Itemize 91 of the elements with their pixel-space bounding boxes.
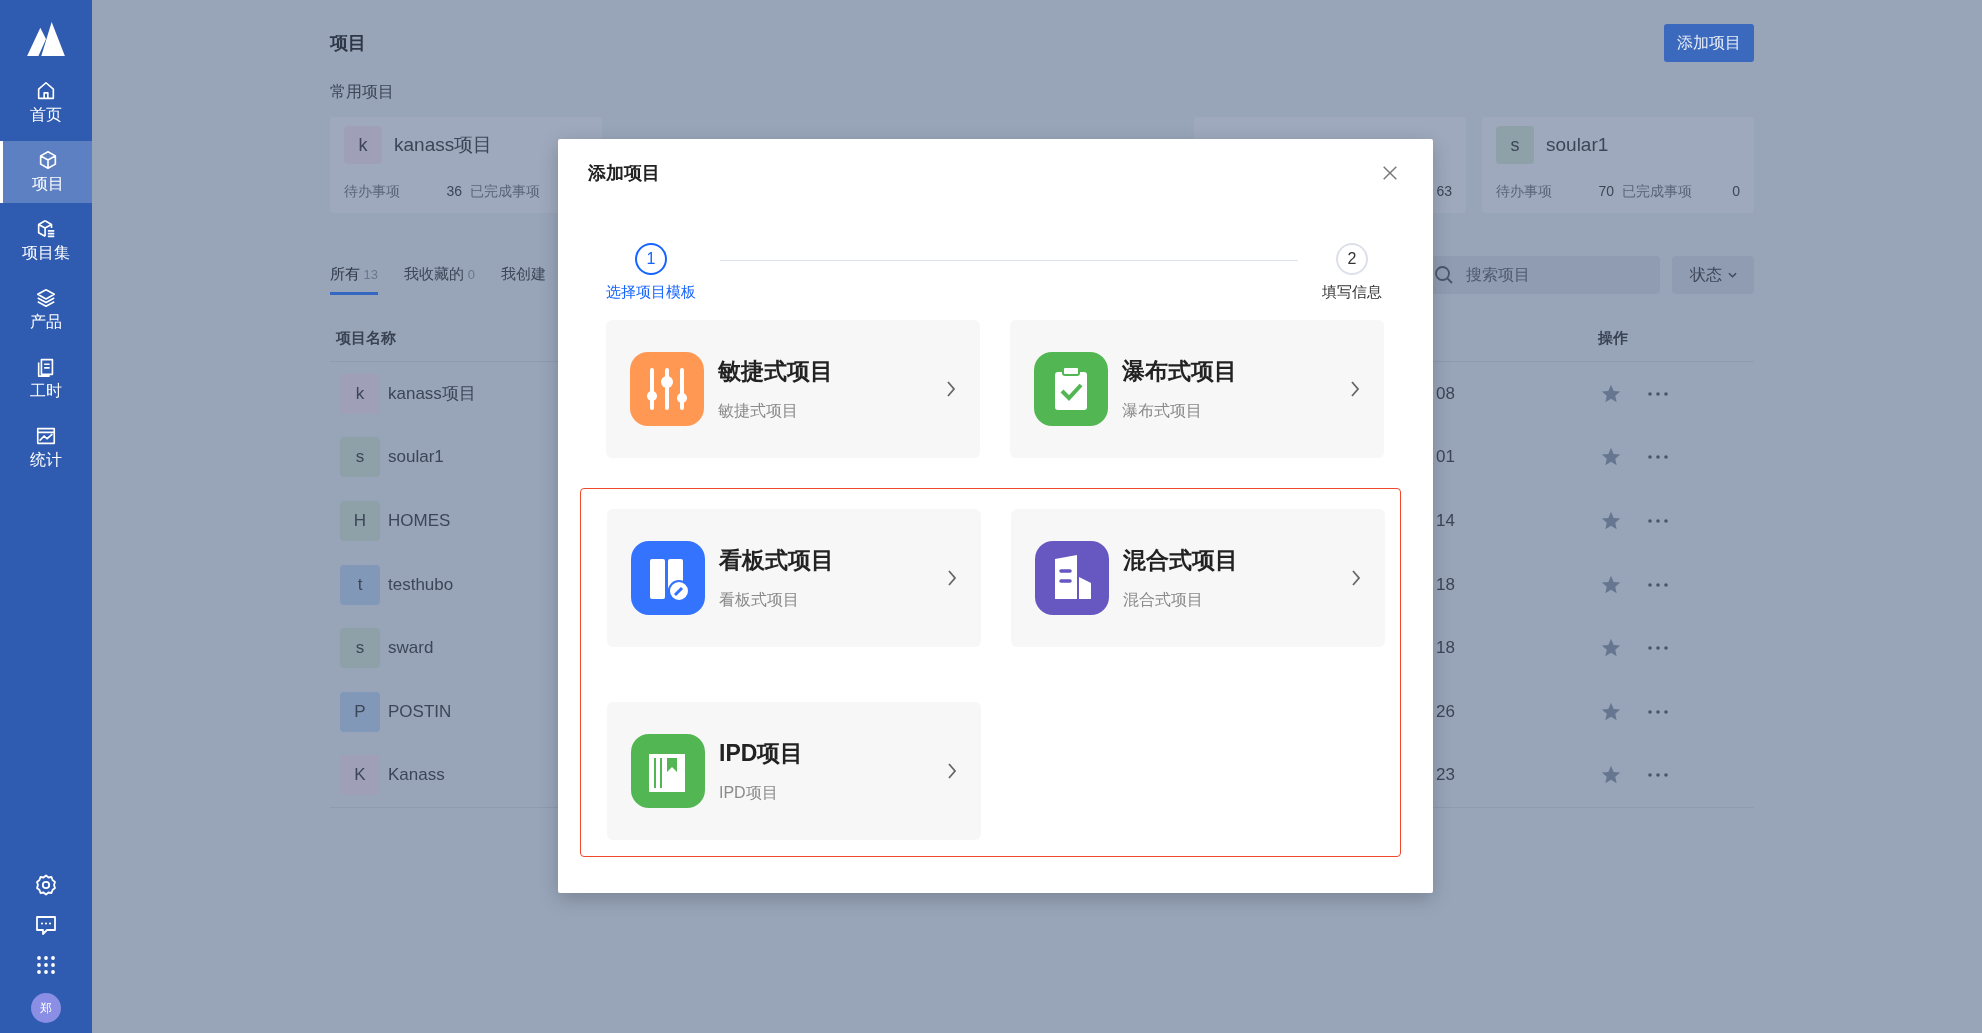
project-avatar: s	[340, 628, 380, 669]
chevron-right-icon	[947, 762, 957, 780]
chevron-right-icon	[1351, 569, 1361, 587]
layers-icon	[35, 287, 57, 309]
project-name: kanass项目	[394, 133, 493, 157]
column-header: 项目名称	[335, 328, 397, 348]
stat-label: 已完成事项	[1622, 183, 1693, 201]
stat-count: 0	[1731, 183, 1740, 201]
project-name[interactable]: soular1	[388, 447, 444, 468]
chevron-right-icon	[947, 569, 957, 587]
project-avatar: P	[340, 691, 380, 732]
table-cell-text: 26	[1435, 701, 1456, 722]
step-label: 填写信息	[1322, 283, 1382, 302]
table-cell-text: 01	[1435, 447, 1456, 468]
settings-icon[interactable]	[34, 873, 58, 897]
stat-count: 70	[1597, 183, 1614, 201]
table-cell-text: 23	[1435, 765, 1456, 786]
user-avatar[interactable]: 郑	[31, 993, 61, 1023]
add-project-button[interactable]: 添加项目	[1664, 24, 1754, 62]
cube-list-icon	[35, 218, 57, 240]
home-icon	[35, 80, 57, 102]
table-cell-text: 14	[1435, 511, 1456, 531]
table-cell-text: 18	[1435, 638, 1456, 659]
nav-item[interactable]: 项目集	[0, 210, 92, 272]
template-description: 敏捷式项目	[718, 401, 799, 421]
step-number: 1	[635, 243, 667, 275]
template-title: 看板式项目	[719, 546, 835, 575]
table-cell-text: 18	[1435, 574, 1456, 595]
template-title: 混合式项目	[1123, 546, 1239, 575]
template-card[interactable]: 混合式项目 混合式项目	[1011, 509, 1385, 647]
caret-icon	[1727, 272, 1737, 278]
table-cell-text: 08	[1435, 383, 1456, 404]
stat-label: 已完成事项	[470, 183, 541, 201]
star-icon[interactable]	[1600, 510, 1622, 532]
project-avatar: k	[344, 126, 382, 164]
step-label: 选择项目模板	[606, 283, 696, 302]
project-avatar: H	[340, 501, 380, 541]
nav-item[interactable]: 工时	[0, 348, 92, 410]
template-card[interactable]: 看板式项目 看板式项目	[607, 509, 981, 647]
more-icon[interactable]	[1648, 519, 1668, 523]
section-title: 常用项目	[330, 82, 395, 102]
project-name: soular1	[1546, 134, 1609, 156]
project-name[interactable]: testhubo	[388, 574, 454, 595]
project-name[interactable]: kanass项目	[388, 382, 476, 406]
stat-label: 待办事项	[1496, 183, 1553, 201]
template-card[interactable]: 敏捷式项目 敏捷式项目	[606, 320, 980, 458]
page-title: 项目	[330, 32, 366, 55]
column-header: 操作	[1597, 328, 1629, 348]
template-description: 看板式项目	[719, 590, 800, 610]
chart-icon	[35, 425, 57, 447]
template-description: IPD项目	[719, 783, 779, 803]
project-avatar: s	[340, 437, 380, 478]
more-icon[interactable]	[1648, 709, 1668, 714]
more-icon[interactable]	[1648, 582, 1668, 587]
project-card[interactable]: s soular1 待办事项 70 已完成事项 0	[1482, 117, 1754, 213]
nav-item[interactable]: 首页	[0, 72, 92, 134]
stat-label: 待办事项	[344, 183, 401, 201]
more-icon[interactable]	[1648, 646, 1668, 651]
template-title: IPD项目	[719, 739, 805, 768]
stat-count: 36	[445, 183, 462, 201]
template-title: 瀑布式项目	[1122, 357, 1238, 386]
nav-item[interactable]: 产品	[0, 279, 92, 341]
more-icon[interactable]	[1648, 773, 1668, 778]
template-card[interactable]: 瀑布式项目 瀑布式项目	[1010, 320, 1384, 458]
close-icon[interactable]	[1381, 164, 1399, 182]
project-name[interactable]: Kanass	[388, 765, 445, 786]
more-icon[interactable]	[1648, 391, 1668, 396]
template-description: 瀑布式项目	[1122, 401, 1203, 421]
template-description: 混合式项目	[1123, 590, 1204, 610]
chevron-right-icon	[946, 380, 956, 398]
template-title: 敏捷式项目	[718, 357, 834, 386]
project-avatar: s	[1496, 126, 1534, 164]
nav-item[interactable]: 统计	[0, 417, 92, 479]
apps-icon[interactable]	[34, 953, 58, 977]
project-name[interactable]: POSTIN	[388, 701, 452, 722]
status-dropdown[interactable]: 状态	[1672, 256, 1754, 294]
more-icon[interactable]	[1648, 455, 1668, 460]
tab[interactable]: 我创建	[500, 255, 546, 295]
project-avatar: K	[340, 755, 380, 796]
template-card[interactable]: IPD项目 IPD项目	[607, 702, 981, 840]
nav-item[interactable]: 项目	[0, 141, 92, 203]
chevron-right-icon	[1350, 380, 1360, 398]
project-avatar: t	[340, 564, 380, 605]
message-icon[interactable]	[34, 913, 58, 937]
logo-icon	[27, 22, 65, 56]
project-name[interactable]: HOMES	[388, 511, 451, 531]
search-icon	[1434, 265, 1454, 285]
stat-count: 63	[1435, 183, 1452, 199]
project-avatar: k	[340, 373, 380, 414]
project-name[interactable]: sward	[388, 638, 434, 659]
step-number: 2	[1336, 243, 1368, 275]
